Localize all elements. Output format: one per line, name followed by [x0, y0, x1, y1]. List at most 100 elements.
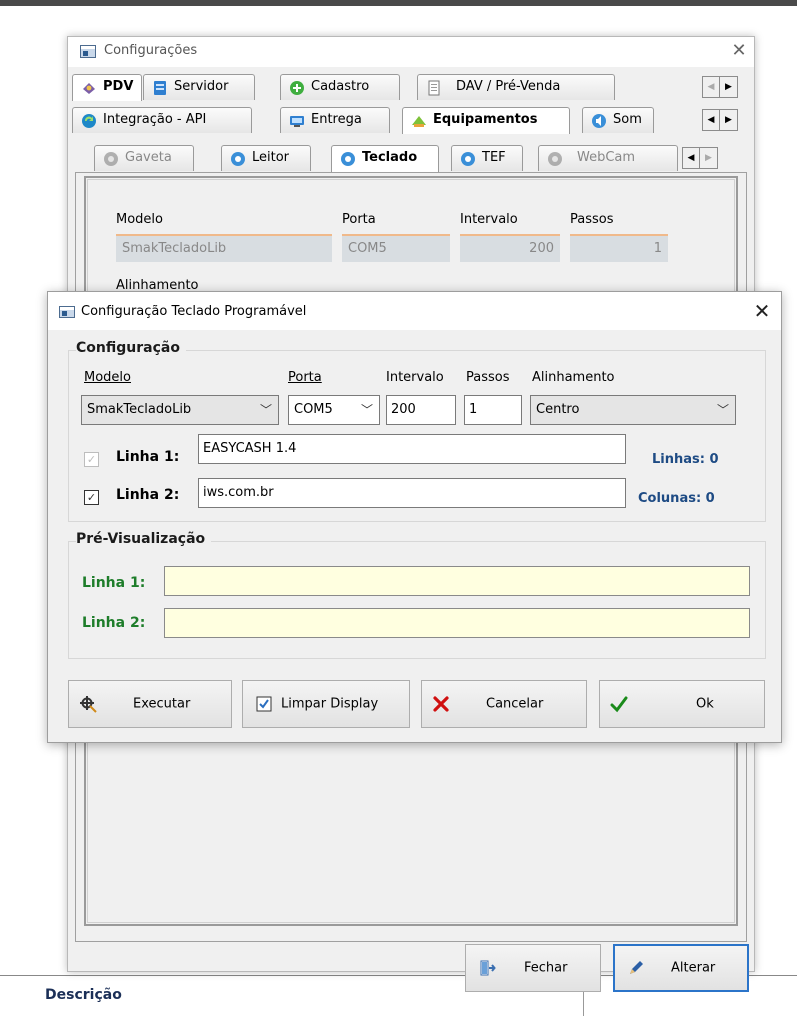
tab-dav-pre-venda[interactable]: DAV / Pré-Venda: [417, 74, 615, 100]
preview-linha2-label: Linha 2:: [82, 615, 146, 631]
window-icon: [59, 306, 75, 318]
tab-leitor[interactable]: Leitor: [221, 145, 311, 171]
window-title: Configurações: [104, 43, 198, 58]
tab-webcam[interactable]: WebCam: [538, 145, 678, 171]
executar-button[interactable]: Executar: [68, 680, 232, 728]
scroll-left-icon[interactable]: ◀: [703, 110, 720, 130]
pre-visualizacao-group-title: Pré-Visualização: [76, 531, 212, 547]
pencil-icon: [630, 961, 643, 974]
linha1-checkbox[interactable]: ✓: [84, 452, 99, 467]
gear-icon: [341, 152, 355, 166]
intervalo-input-value[interactable]: [391, 396, 455, 424]
button-label: Alterar: [671, 960, 716, 976]
equipment-icon: [412, 116, 426, 127]
intervalo-input[interactable]: [386, 395, 456, 425]
linha2-label: Linha 2:: [116, 487, 180, 503]
configuracao-group-title: Configuração: [76, 340, 186, 356]
tab-label: WebCam: [577, 150, 636, 165]
modelo-field[interactable]: SmakTecladoLib: [116, 234, 332, 262]
button-label: Cancelar: [486, 696, 544, 712]
tab-som[interactable]: Som: [582, 107, 654, 133]
tab-entrega[interactable]: Entrega: [280, 107, 390, 133]
intervalo-field[interactable]: 200: [460, 234, 560, 262]
tab-equipamentos[interactable]: Equipamentos: [402, 107, 570, 134]
scroll-left-icon[interactable]: ◀: [703, 77, 720, 97]
tab-gaveta[interactable]: Gaveta: [94, 145, 194, 171]
delivery-icon: [290, 116, 304, 127]
tab-label: Entrega: [311, 112, 362, 127]
scroll-left-icon[interactable]: ◀: [683, 148, 700, 168]
checkbox-checked-icon: [256, 696, 272, 712]
tab-row-scroller[interactable]: ◀ ▶: [702, 109, 738, 131]
button-label: Ok: [696, 696, 714, 712]
passos-field[interactable]: 1: [570, 234, 668, 262]
porta-select[interactable]: COM5 ﹀: [288, 395, 380, 425]
modelo-label: Modelo: [84, 370, 131, 385]
background-window-edge: [0, 0, 797, 6]
dialog-titlebar: Configuração Teclado Programável ✕: [48, 292, 781, 330]
preview-linha1-display: [164, 566, 750, 596]
tab-label: Cadastro: [311, 79, 370, 94]
porta-select-value: COM5: [294, 402, 333, 417]
linhas-count: Linhas: 0: [652, 452, 719, 467]
ok-button[interactable]: Ok: [599, 680, 765, 728]
server-icon: [154, 81, 166, 95]
gear-icon: [104, 152, 118, 166]
chevron-down-icon: ﹀: [259, 403, 272, 417]
exit-door-icon: [480, 960, 496, 976]
window-icon: [80, 45, 96, 58]
tab-row-scroller[interactable]: ◀ ▶: [702, 76, 738, 98]
tab-label: DAV / Pré-Venda: [456, 79, 561, 94]
linha2-checkbox[interactable]: ✓: [84, 490, 99, 505]
chevron-down-icon: ﹀: [360, 403, 373, 417]
close-icon[interactable]: ✕: [726, 39, 752, 63]
alterar-button[interactable]: Alterar: [613, 944, 749, 992]
close-icon[interactable]: ✕: [748, 298, 776, 324]
scroll-right-icon[interactable]: ▶: [700, 148, 717, 168]
button-label: Limpar Display: [281, 696, 379, 712]
window-titlebar: Configurações ✕: [68, 37, 754, 67]
passos-label: Passos: [466, 370, 510, 385]
linha2-input-value[interactable]: [203, 479, 625, 507]
linha1-input[interactable]: [198, 434, 626, 464]
tab-servidor[interactable]: Servidor: [143, 74, 255, 100]
button-label: Executar: [133, 696, 191, 712]
tab-pdv[interactable]: PDV: [72, 74, 142, 101]
run-icon: [80, 696, 97, 713]
linha1-input-value[interactable]: [203, 435, 625, 463]
modelo-select-value: SmakTecladoLib: [87, 402, 192, 417]
modelo-select[interactable]: SmakTecladoLib ﹀: [81, 395, 279, 425]
checkmark-icon: [610, 696, 628, 713]
cancelar-button[interactable]: Cancelar: [421, 680, 587, 728]
background-descricao-header: Descrição: [45, 987, 122, 1003]
tab-label: Teclado: [362, 150, 418, 165]
intervalo-label: Intervalo: [460, 212, 518, 227]
intervalo-label: Intervalo: [386, 370, 444, 385]
limpar-display-button[interactable]: Limpar Display: [242, 680, 410, 728]
dialog-title: Configuração Teclado Programável: [81, 304, 307, 319]
gear-icon: [548, 152, 562, 166]
tab-label: Integração - API: [103, 112, 207, 127]
alinhamento-select[interactable]: Centro ﹀: [530, 395, 736, 425]
tab-teclado[interactable]: Teclado: [331, 145, 439, 172]
tab-row-scroller[interactable]: ◀ ▶: [682, 147, 718, 169]
passos-input-value[interactable]: [469, 396, 521, 424]
tab-label: Servidor: [174, 79, 229, 94]
fechar-button[interactable]: Fechar: [465, 944, 601, 992]
tab-integracao-api[interactable]: Integração - API: [72, 107, 252, 133]
scroll-right-icon[interactable]: ▶: [720, 110, 737, 130]
tab-label: Equipamentos: [433, 112, 538, 127]
porta-label: Porta: [288, 370, 322, 385]
alinhamento-select-value: Centro: [536, 402, 580, 417]
scroll-right-icon[interactable]: ▶: [720, 77, 737, 97]
add-icon: [290, 81, 304, 95]
gear-icon: [461, 152, 475, 166]
porta-field[interactable]: COM5: [342, 234, 450, 262]
tab-cadastro[interactable]: Cadastro: [280, 74, 400, 100]
tab-label: Leitor: [252, 150, 290, 165]
linha2-input[interactable]: [198, 478, 626, 508]
cancel-x-icon: [433, 696, 449, 712]
tab-tef[interactable]: TEF: [451, 145, 523, 171]
chevron-down-icon: ﹀: [716, 403, 729, 417]
passos-input[interactable]: [464, 395, 522, 425]
